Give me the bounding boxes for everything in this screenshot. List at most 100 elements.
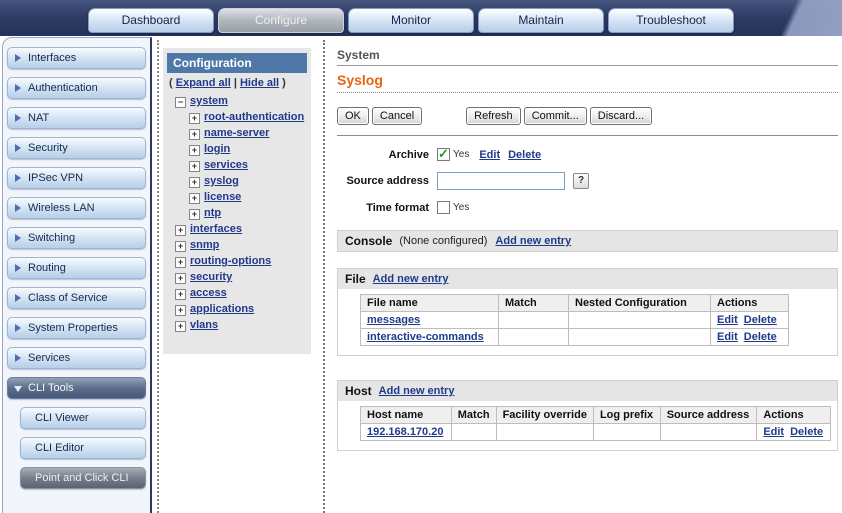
sidebar-item-routing[interactable]: Routing	[7, 257, 146, 279]
console-add-new-entry-link[interactable]: Add new entry	[495, 235, 571, 247]
expand-icon[interactable]: +	[189, 177, 200, 188]
sidebar-item-class-of-service[interactable]: Class of Service	[7, 287, 146, 309]
expand-icon[interactable]: +	[189, 113, 200, 124]
archive-checkbox[interactable]	[437, 148, 450, 161]
tree-link-services[interactable]: services	[204, 159, 248, 171]
collapse-icon[interactable]: −	[175, 97, 186, 108]
host-cell	[660, 424, 757, 441]
host-entry-link[interactable]: 192.168.170.20	[367, 426, 443, 438]
cancel-button[interactable]: Cancel	[372, 107, 422, 125]
file-section-bar: File Add new entry	[338, 269, 837, 289]
config-tree-node-access: + access	[167, 285, 307, 301]
expand-all-link[interactable]: Expand all	[176, 77, 231, 89]
tree-link-syslog[interactable]: syslog	[204, 175, 239, 187]
tree-expand-controls: ( Expand all | Hide all )	[169, 77, 307, 89]
tree-link-ntp[interactable]: ntp	[204, 207, 221, 219]
tree-link-name-server[interactable]: name-server	[204, 127, 269, 139]
file-delete-link[interactable]: Delete	[744, 314, 777, 326]
left-sidebar: Interfaces Authentication NAT Security IPSec…	[2, 37, 152, 513]
host-header-facility-override: Facility override	[496, 407, 593, 424]
config-tree-node-login: + login	[167, 141, 307, 157]
commit-button[interactable]: Commit...	[524, 107, 587, 125]
sidebar-item-security[interactable]: Security	[7, 137, 146, 159]
tab-monitor[interactable]: Monitor	[348, 8, 474, 33]
expand-icon[interactable]: +	[175, 273, 186, 284]
expand-icon[interactable]: +	[189, 209, 200, 220]
ok-button[interactable]: OK	[337, 107, 369, 125]
config-tree: −system+root-authentication+name-server+…	[167, 93, 307, 333]
hide-all-link[interactable]: Hide all	[240, 77, 279, 89]
file-edit-link[interactable]: Edit	[717, 314, 738, 326]
expand-icon[interactable]: +	[175, 289, 186, 300]
sidebar-subitem-cli-editor[interactable]: CLI Editor	[20, 437, 146, 459]
sidebar-item-authentication[interactable]: Authentication	[7, 77, 146, 99]
host-cell	[593, 424, 660, 441]
divider	[337, 135, 838, 136]
discard-button[interactable]: Discard...	[590, 107, 652, 125]
sidebar-item-nat[interactable]: NAT	[7, 107, 146, 129]
tree-link-routing-options[interactable]: routing-options	[190, 255, 271, 267]
tree-link-access[interactable]: access	[190, 287, 227, 299]
expand-icon[interactable]: +	[189, 145, 200, 156]
tree-link-applications[interactable]: applications	[190, 303, 254, 315]
file-entry-link[interactable]: interactive-commands	[367, 331, 484, 343]
tab-dashboard[interactable]: Dashboard	[88, 8, 214, 33]
expand-icon[interactable]: +	[189, 161, 200, 172]
host-add-new-entry-link[interactable]: Add new entry	[379, 385, 455, 397]
expand-icon[interactable]: +	[175, 241, 186, 252]
refresh-button[interactable]: Refresh	[466, 107, 521, 125]
chevron-right-icon	[15, 204, 21, 212]
time-format-checkbox[interactable]	[437, 201, 450, 214]
expand-icon[interactable]: +	[189, 193, 200, 204]
expand-icon[interactable]: +	[175, 321, 186, 332]
tree-link-license[interactable]: license	[204, 191, 241, 203]
host-delete-link[interactable]: Delete	[790, 426, 823, 438]
config-tree-node-routing-options: + routing-options	[167, 253, 307, 269]
archive-edit-link[interactable]: Edit	[479, 149, 500, 161]
file-name-cell: messages	[361, 312, 499, 329]
sidebar-item-ipsec-vpn[interactable]: IPSec VPN	[7, 167, 146, 189]
sidebar-item-switching[interactable]: Switching	[7, 227, 146, 249]
tree-link-system[interactable]: system	[190, 95, 228, 107]
file-edit-link[interactable]: Edit	[717, 331, 738, 343]
file-entry-link[interactable]: messages	[367, 314, 420, 326]
source-address-row: Source address ?	[337, 172, 838, 190]
file-actions-cell: Edit Delete	[711, 312, 789, 329]
archive-delete-link[interactable]: Delete	[508, 149, 541, 161]
chevron-right-icon	[15, 54, 21, 62]
config-tree-node-system: −system	[167, 93, 307, 109]
help-button[interactable]: ?	[573, 173, 589, 189]
tree-link-login[interactable]: login	[204, 143, 230, 155]
tree-link-snmp[interactable]: snmp	[190, 239, 219, 251]
expand-icon[interactable]: +	[175, 225, 186, 236]
sidebar-item-cli-tools[interactable]: CLI Tools	[7, 377, 146, 399]
tree-link-root-authentication[interactable]: root-authentication	[204, 111, 304, 123]
sidebar-item-system-properties[interactable]: System Properties	[7, 317, 146, 339]
sidebar-item-wireless-lan[interactable]: Wireless LAN	[7, 197, 146, 219]
expand-icon[interactable]: +	[189, 129, 200, 140]
archive-row: Archive Yes Edit Delete	[337, 148, 838, 161]
tab-configure[interactable]: Configure	[218, 8, 344, 33]
host-edit-link[interactable]: Edit	[763, 426, 784, 438]
expand-icon[interactable]: +	[175, 257, 186, 268]
sidebar-subitem-cli-viewer[interactable]: CLI Viewer	[20, 407, 146, 429]
source-address-input[interactable]	[437, 172, 565, 190]
tree-link-security[interactable]: security	[190, 271, 232, 283]
file-delete-link[interactable]: Delete	[744, 331, 777, 343]
time-format-yes-label: Yes	[453, 202, 469, 213]
tree-link-vlans[interactable]: vlans	[190, 319, 218, 331]
config-tree-node-security: + security	[167, 269, 307, 285]
sidebar-item-services[interactable]: Services	[7, 347, 146, 369]
tab-troubleshoot[interactable]: Troubleshoot	[608, 8, 734, 33]
expand-icon[interactable]: +	[175, 305, 186, 316]
chevron-right-icon	[15, 234, 21, 242]
tab-maintain[interactable]: Maintain	[478, 8, 604, 33]
sidebar-item-interfaces[interactable]: Interfaces	[7, 47, 146, 69]
sidebar-subitem-point-and-click-cli[interactable]: Point and Click CLI	[20, 467, 146, 489]
file-add-new-entry-link[interactable]: Add new entry	[373, 273, 449, 285]
sidebar-separator	[157, 40, 159, 513]
host-section-title: Host	[345, 384, 372, 398]
config-tree-node-name-server: + name-server	[167, 125, 307, 141]
tree-link-interfaces[interactable]: interfaces	[190, 223, 242, 235]
action-button-row: OKCancel RefreshCommit...Discard...	[337, 107, 838, 125]
